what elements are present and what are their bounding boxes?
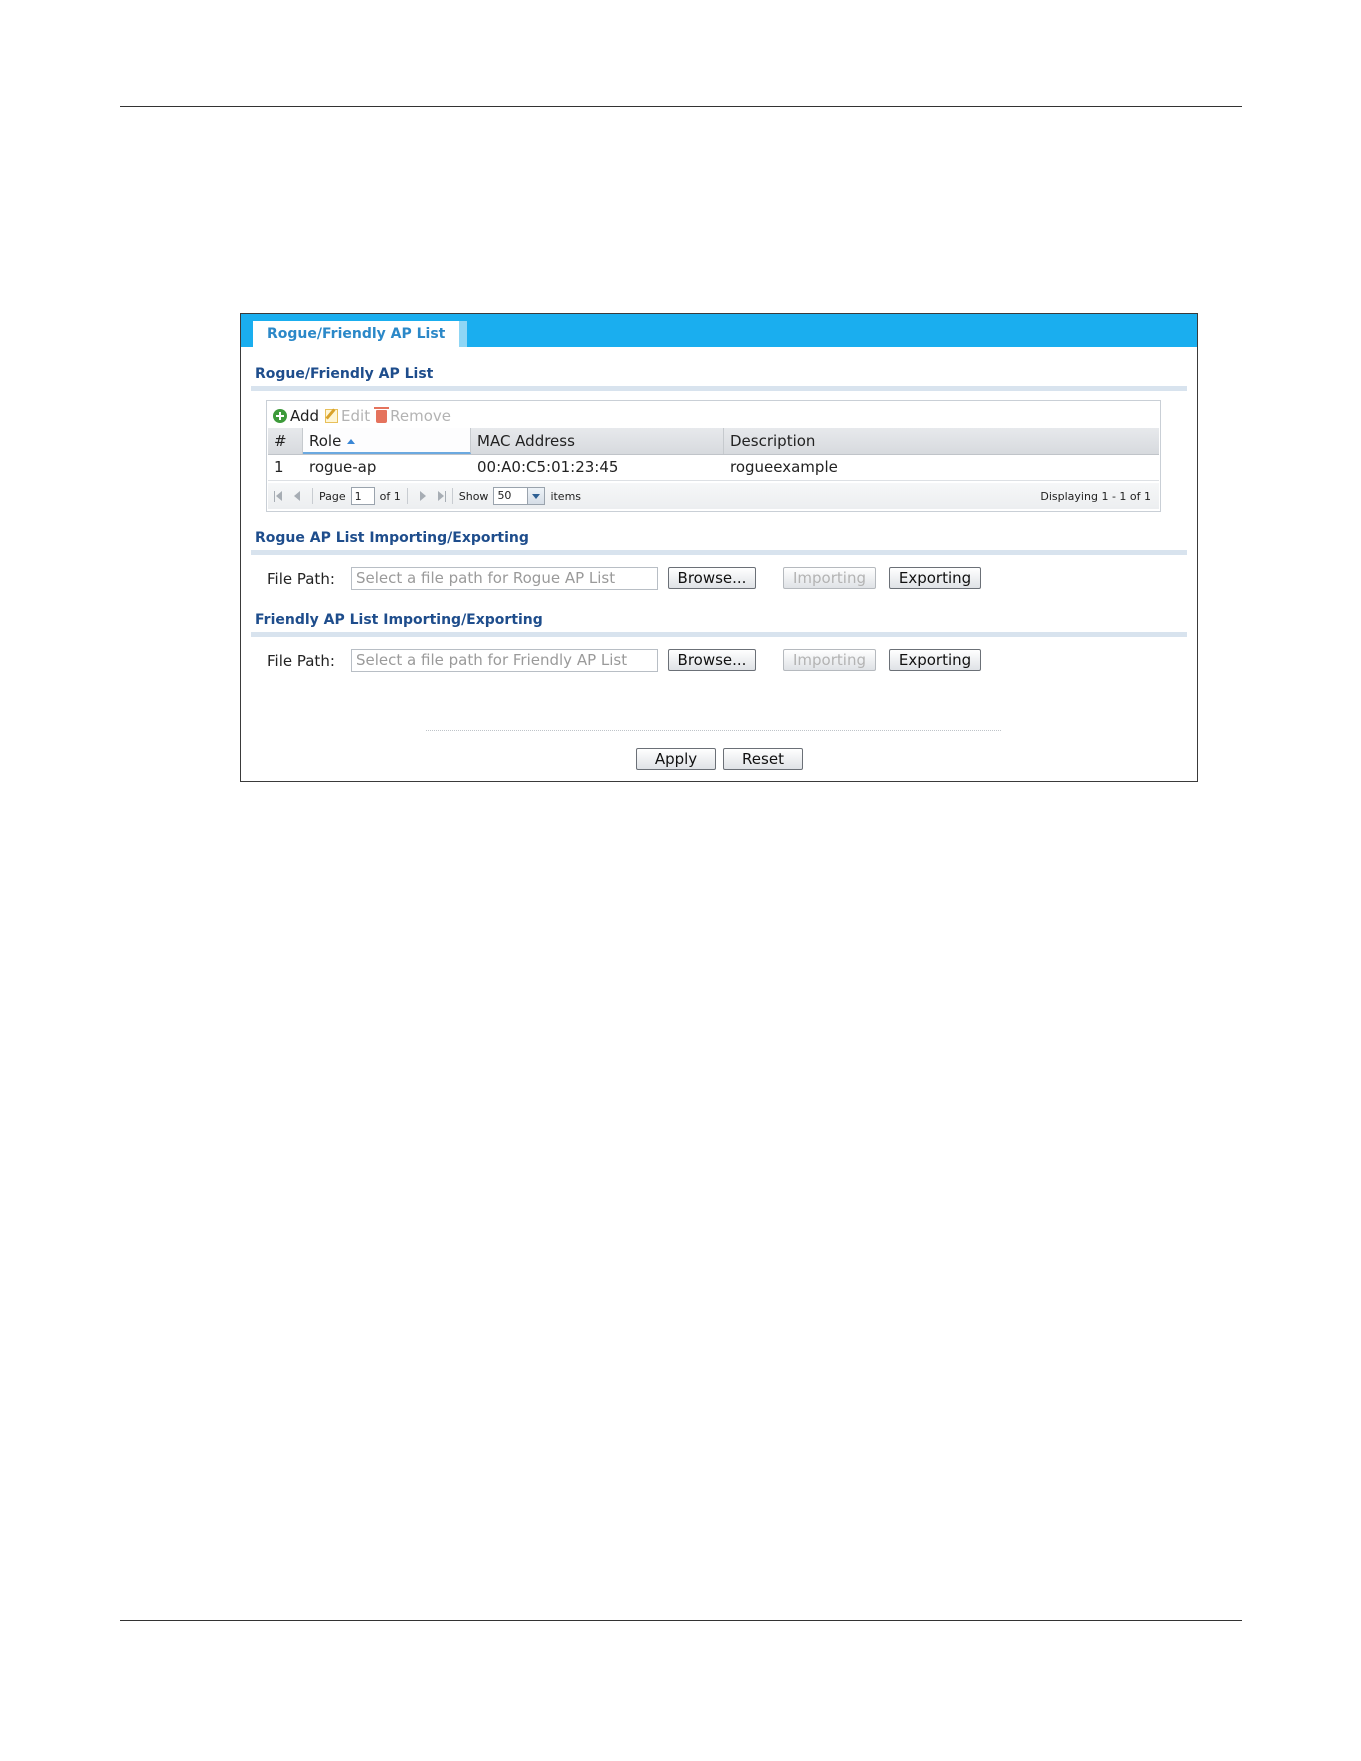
add-circle-icon — [273, 409, 287, 423]
friendly-file-path-input[interactable]: Select a file path for Friendly AP List — [351, 649, 658, 672]
table-header: # Role MAC Address Description — [268, 428, 1159, 455]
show-label: Show — [458, 489, 489, 503]
next-page-icon[interactable] — [419, 491, 426, 501]
section-divider — [251, 386, 1187, 391]
add-label: Add — [290, 407, 320, 425]
tab-rogue-friendly-ap-list[interactable]: Rogue/Friendly AP List — [253, 321, 468, 347]
section-title-ap-list: Rogue/Friendly AP List — [255, 366, 434, 382]
section-divider — [251, 632, 1187, 637]
prev-page-icon[interactable] — [294, 491, 300, 501]
cell-index: 1 — [274, 458, 284, 476]
grid-toolbar: Add Edit Remove — [273, 406, 457, 426]
column-header-role[interactable]: Role — [303, 428, 471, 454]
column-header-role-label: Role — [309, 432, 342, 450]
remove-label: Remove — [390, 407, 451, 425]
ap-list-grid: Add Edit Remove # Role MAC Address Descr… — [266, 400, 1161, 512]
friendly-browse-button[interactable]: Browse... — [668, 649, 756, 671]
friendly-exporting-button[interactable]: Exporting — [889, 649, 981, 671]
page-label: Page — [319, 489, 346, 503]
column-header-index[interactable]: # — [268, 428, 303, 454]
ap-list-panel: Rogue/Friendly AP List Rogue/Friendly AP… — [240, 313, 1198, 782]
trash-icon — [374, 406, 390, 423]
rogue-file-path-label: File Path: — [267, 570, 335, 588]
friendly-importing-button[interactable]: Importing — [783, 649, 876, 671]
rogue-browse-button[interactable]: Browse... — [668, 567, 756, 589]
friendly-file-path-label: File Path: — [267, 652, 335, 670]
column-header-mac[interactable]: MAC Address — [471, 428, 724, 454]
add-button[interactable]: Add — [273, 407, 319, 425]
pager-divider — [406, 488, 408, 504]
page-size-select[interactable]: 50 — [493, 487, 546, 505]
section-title-friendly-import-export: Friendly AP List Importing/Exporting — [255, 612, 543, 628]
cell-mac: 00:A0:C5:01:23:45 — [477, 458, 619, 476]
page-top-rule — [120, 106, 1242, 107]
displaying-count: Displaying 1 - 1 of 1 — [1040, 489, 1151, 503]
table-row[interactable]: 1 rogue-ap 00:A0:C5:01:23:45 rogueexampl… — [268, 455, 1159, 481]
tab-bar: Rogue/Friendly AP List — [241, 314, 1197, 347]
sort-ascending-icon — [347, 439, 356, 444]
pager-divider — [312, 488, 313, 504]
apply-button[interactable]: Apply — [636, 748, 716, 770]
chevron-down-icon — [527, 488, 545, 504]
remove-button[interactable]: Remove — [374, 406, 451, 425]
cell-description: rogueexample — [730, 458, 838, 476]
pager-divider — [451, 488, 453, 504]
rogue-exporting-button[interactable]: Exporting — [889, 567, 981, 589]
edit-icon — [325, 409, 339, 423]
page-size-value: 50 — [497, 489, 512, 502]
first-page-icon[interactable] — [274, 490, 288, 502]
page-bottom-rule — [120, 1620, 1242, 1621]
reset-button[interactable]: Reset — [723, 748, 803, 770]
section-title-rogue-import-export: Rogue AP List Importing/Exporting — [255, 530, 529, 546]
edit-button[interactable]: Edit — [325, 407, 370, 425]
items-label: items — [550, 489, 582, 503]
edit-label: Edit — [341, 407, 371, 425]
footer-divider — [426, 730, 1001, 731]
page-of-label: of 1 — [379, 489, 401, 503]
rogue-file-path-input[interactable]: Select a file path for Rogue AP List — [351, 567, 658, 590]
column-header-description[interactable]: Description — [724, 428, 1159, 454]
cell-role: rogue-ap — [309, 458, 377, 476]
section-divider — [251, 550, 1187, 555]
rogue-importing-button[interactable]: Importing — [783, 567, 876, 589]
pagination-bar: Page 1 of 1 Show 50 items Displaying 1 -… — [268, 483, 1159, 509]
page-number-input[interactable]: 1 — [350, 487, 375, 505]
last-page-icon[interactable] — [432, 490, 446, 502]
